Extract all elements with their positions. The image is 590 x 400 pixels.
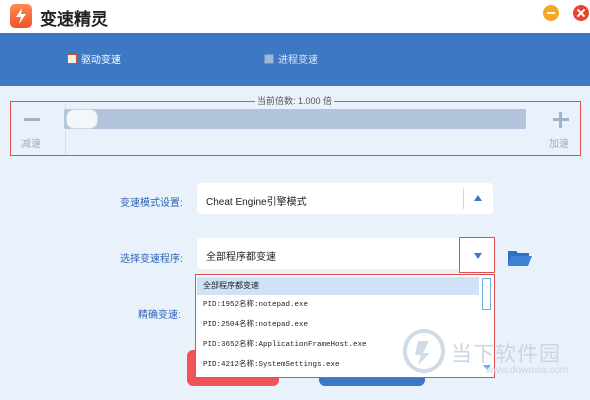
mode-select[interactable]: Cheat Engine引擎模式 [197, 183, 493, 214]
driver-icon [67, 53, 77, 64]
watermark-logo-icon [403, 329, 445, 373]
nav-bar: 驱动变速 进程变速 [0, 33, 590, 86]
title-bar: 变速精灵 [0, 0, 590, 33]
mode-label: 变速模式设置: [120, 198, 183, 209]
scrollbar[interactable] [482, 278, 491, 310]
decrease-label[interactable]: 减速 [21, 135, 41, 150]
current-multiplier: 当前倍数: 1.000 倍 [255, 94, 335, 107]
mode-value: Cheat Engine引擎模式 [206, 197, 307, 208]
speed-slider-thumb[interactable] [66, 109, 98, 129]
increase-label[interactable]: 加速 [549, 135, 569, 150]
minus-icon[interactable] [24, 118, 40, 121]
speed-slider-track[interactable] [64, 109, 526, 129]
process-icon [264, 53, 274, 64]
program-label: 选择变速程序: [120, 254, 183, 265]
tab-process-speed[interactable]: 进程变速 [264, 51, 318, 66]
minimize-icon[interactable] [543, 5, 559, 21]
tab-driver-speed[interactable]: 驱动变速 [67, 51, 121, 66]
program-dropdown-list: 全部程序都变速 PID:1952名称:notepad.exe PID:2504名… [195, 274, 495, 378]
dropdown-option[interactable]: PID:1952名称:notepad.exe [197, 296, 479, 314]
watermark-url: www.downxia.com [486, 365, 569, 376]
folder-icon[interactable] [507, 248, 533, 268]
program-select[interactable]: 全部程序都变速 [197, 238, 493, 269]
watermark-text: 当下软件园 [451, 343, 561, 366]
app-title: 变速精灵 [40, 10, 108, 29]
app-logo-icon [10, 4, 32, 28]
chevron-up-icon[interactable] [474, 195, 482, 201]
dropdown-option[interactable]: 全部程序都变速 [197, 277, 479, 295]
divider [463, 188, 464, 209]
program-value: 全部程序都变速 [206, 252, 276, 263]
precise-label: 精确变速: [138, 310, 181, 321]
chevron-down-icon [474, 253, 482, 259]
close-icon[interactable] [573, 5, 589, 21]
tab-label: 驱动变速 [81, 55, 121, 66]
program-dropdown-button[interactable] [459, 237, 495, 273]
plus-icon[interactable] [559, 112, 562, 128]
tab-label: 进程变速 [278, 55, 318, 66]
